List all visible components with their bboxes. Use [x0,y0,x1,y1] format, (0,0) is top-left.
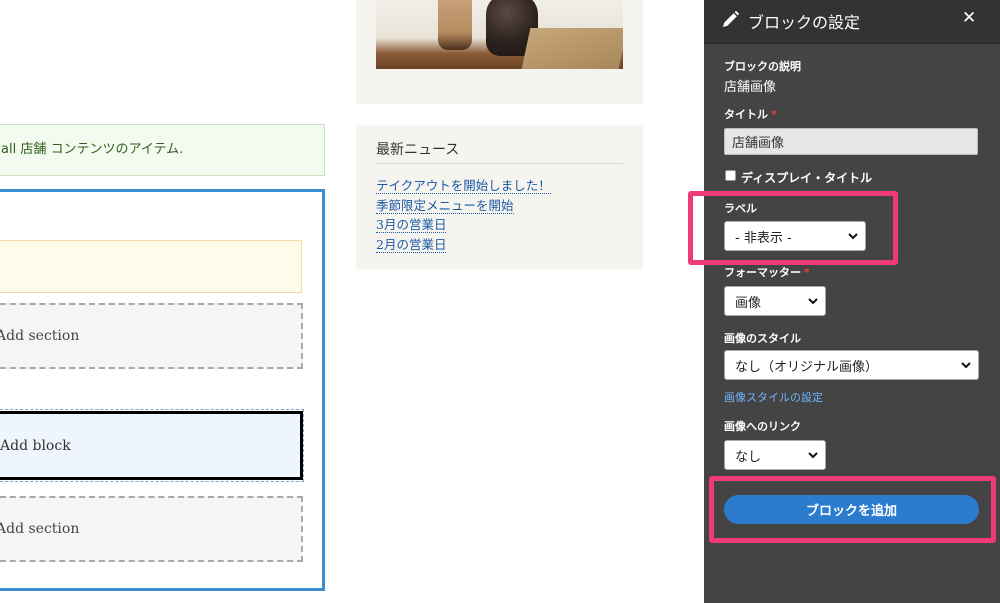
news-list: テイクアウトを開始しました！ 季節限定メニューを開始 3月の営業日 2月の営業日 [376,175,551,253]
image-link-select[interactable]: なし [724,440,826,470]
title-field-label: タイトル * [724,106,777,122]
news-link[interactable]: 季節限定メニューを開始 [376,197,514,214]
display-title-label: ディスプレイ・タイトル [741,171,873,185]
list-item: 3月の営業日 [376,214,551,234]
tray-title: ブロックの設定 [748,13,861,32]
list-item: 2月の営業日 [376,234,551,254]
warning-strip [0,240,302,293]
title-field-label-text: タイトル [724,108,768,121]
add-section-button-top[interactable]: Add section [0,303,303,369]
add-section-label: Add section [0,521,80,537]
formatter-label: フォーマッター * [724,264,810,280]
block-description-value: 店舗画像 [724,80,777,95]
layout-builder-canvas: all 店舗 コンテンツのアイテム. Add section Add block… [0,0,704,603]
close-icon[interactable]: ✕ [962,8,976,28]
news-link[interactable]: テイクアウトを開始しました！ [376,178,551,194]
latest-news-block: 最新ニュース テイクアウトを開始しました！ 季節限定メニューを開始 3月の営業日… [356,125,643,269]
chevron-down-icon [808,452,818,459]
block-description-label: ブロックの説明 [724,60,801,73]
list-item: 季節限定メニューを開始 [376,195,551,215]
highlight-box-label [688,191,898,265]
pencil-icon [723,10,740,27]
chevron-down-icon [961,362,971,369]
formatter-value: 画像 [735,295,762,311]
image-style-settings-link[interactable]: 画像スタイルの設定 [724,389,823,405]
news-link[interactable]: 3月の営業日 [376,217,447,233]
image-style-label: 画像のスタイル [724,332,801,345]
add-section-label: Add section [0,328,80,344]
image-style-select[interactable]: なし（オリジナル画像） [724,350,979,380]
news-block-title: 最新ニュース [376,139,623,164]
tray-header: ブロックの設定 ✕ [704,0,1000,44]
chevron-down-icon [808,298,818,305]
photo-cup-shape [438,0,472,50]
add-block-button[interactable]: Add block [0,411,303,480]
image-link-value: なし [735,449,762,465]
highlight-box-submit [709,476,996,543]
store-image-block [356,0,643,104]
image-link-label: 画像へのリンク [724,420,801,433]
image-style-value: なし（オリジナル画像） [735,359,879,375]
status-message: all 店舗 コンテンツのアイテム. [0,124,325,176]
add-block-label: Add block [0,437,71,454]
display-title-checkbox[interactable] [725,170,736,181]
add-section-button-bottom[interactable]: Add section [0,496,303,562]
required-marker: * [804,266,810,279]
photo-cloth-shape [521,28,623,69]
required-marker: * [771,108,777,121]
list-item: テイクアウトを開始しました！ [376,175,551,195]
store-photo [376,0,623,69]
news-link[interactable]: 2月の営業日 [376,236,447,253]
formatter-select[interactable]: 画像 [724,286,826,316]
title-input[interactable] [724,128,978,155]
formatter-label-text: フォーマッター [724,266,801,279]
